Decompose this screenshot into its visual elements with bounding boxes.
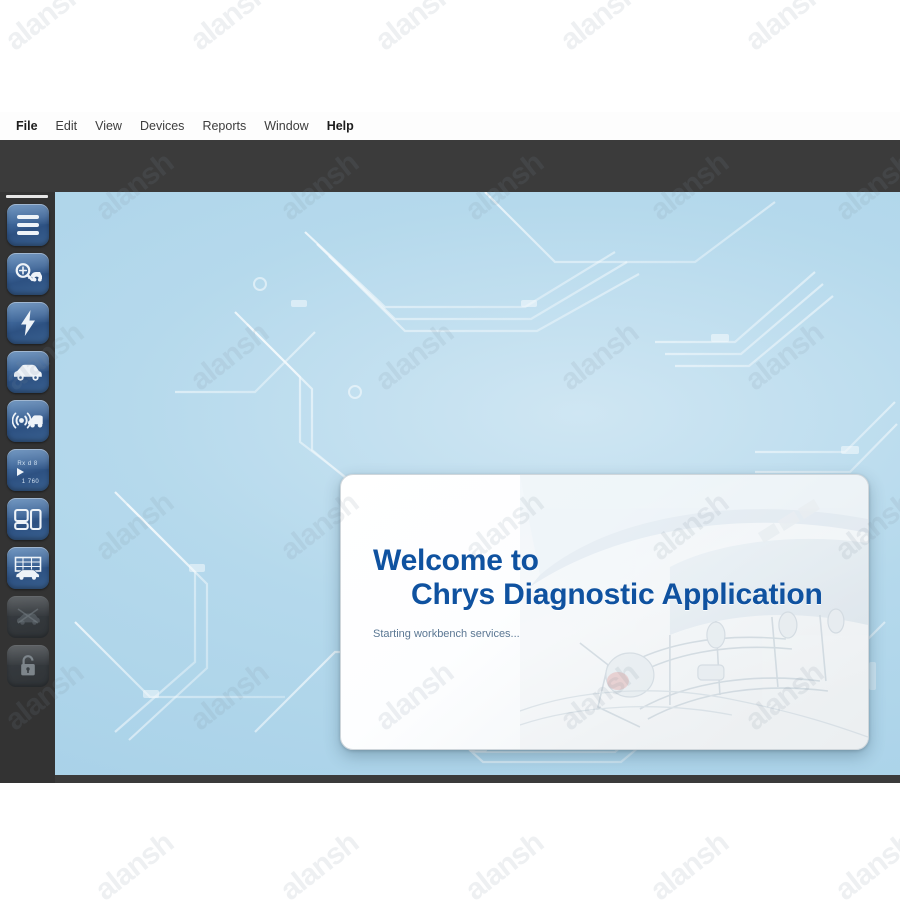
radar-car-icon xyxy=(11,408,44,434)
sidebar-item-wireless-vehicle[interactable] xyxy=(6,400,49,442)
watermark-text: alansh xyxy=(0,0,90,58)
menu-item-edit[interactable]: Edit xyxy=(47,117,87,135)
menu-item-devices[interactable]: Devices xyxy=(131,117,193,135)
readout-bottom-value: 1 760 xyxy=(21,479,40,485)
menu-item-reports[interactable]: Reports xyxy=(193,117,255,135)
sidebar-item-layout-panels[interactable] xyxy=(6,498,49,540)
menu-bar: File Edit View Devices Reports Window He… xyxy=(0,112,900,140)
watermark-text: alansh xyxy=(183,0,275,58)
menu-item-window[interactable]: Window xyxy=(255,117,317,135)
menu-item-help[interactable]: Help xyxy=(318,117,363,135)
watermark-text: alansh xyxy=(553,0,645,58)
application-body: Rx d 8 1 760 Welcome to Chrys Diagnostic… xyxy=(0,192,900,783)
splash-text-block: Welcome to Chrys Diagnostic Application … xyxy=(373,544,823,640)
welcome-heading-line2: Chrys Diagnostic Application xyxy=(411,578,823,612)
data-arrow-icon: Rx d 8 1 760 xyxy=(12,452,44,488)
sidebar-item-vehicle-grid[interactable] xyxy=(6,547,49,589)
sidebar-item-unavailable xyxy=(6,596,49,638)
welcome-splash-dialog: Welcome to Chrys Diagnostic Application … xyxy=(340,474,869,750)
watermark-text: alansh xyxy=(458,826,550,900)
magnifier-car-icon xyxy=(13,261,43,287)
workspace-canvas: Welcome to Chrys Diagnostic Application … xyxy=(55,192,900,775)
sidebar-item-menu[interactable] xyxy=(6,204,49,246)
sidebar: Rx d 8 1 760 xyxy=(0,192,55,783)
watermark-text: alansh xyxy=(828,826,900,900)
sidebar-item-vehicle[interactable] xyxy=(6,351,49,393)
readout-top-value: Rx d 8 xyxy=(17,461,38,467)
splash-status-text: Starting workbench services... xyxy=(373,627,520,640)
crossed-out-icon xyxy=(14,606,42,628)
watermark-text: alansh xyxy=(273,826,365,900)
car-grid-icon xyxy=(13,555,43,581)
menu-item-file[interactable]: File xyxy=(7,117,47,135)
sidebar-item-power[interactable] xyxy=(6,302,49,344)
hamburger-icon xyxy=(16,215,39,235)
watermark-text: alansh xyxy=(368,0,460,58)
car-icon xyxy=(12,362,44,382)
watermark-text: alansh xyxy=(88,826,180,900)
welcome-heading-line1: Welcome to xyxy=(373,544,539,577)
application-window: File Edit View Devices Reports Window He… xyxy=(0,112,900,783)
watermark-text: alansh xyxy=(643,826,735,900)
watermark-text: alansh xyxy=(738,0,830,58)
padlock-icon xyxy=(18,653,38,679)
menu-item-view[interactable]: View xyxy=(86,117,131,135)
panels-icon xyxy=(13,507,42,531)
sidebar-divider xyxy=(6,195,48,198)
sidebar-item-security-lock xyxy=(6,645,49,687)
sidebar-item-data-readout[interactable]: Rx d 8 1 760 xyxy=(6,449,49,491)
sidebar-item-vehicle-search[interactable] xyxy=(6,253,49,295)
toolbar-band xyxy=(0,140,900,192)
lightning-bolt-icon xyxy=(19,309,37,337)
sidebar-icon-rail: Rx d 8 1 760 xyxy=(0,204,55,687)
